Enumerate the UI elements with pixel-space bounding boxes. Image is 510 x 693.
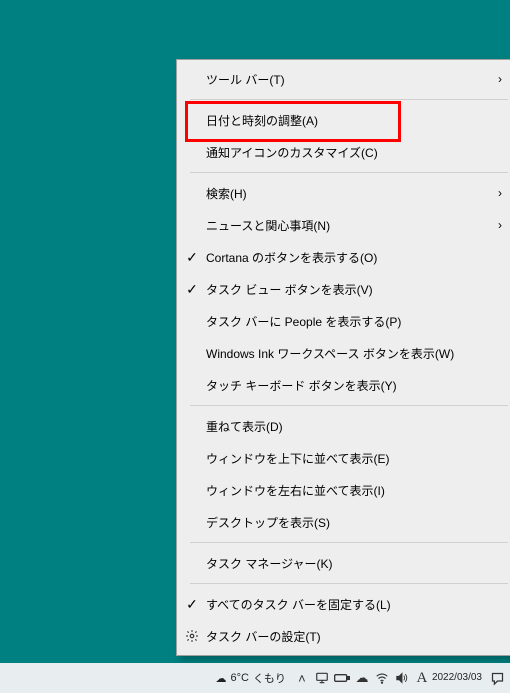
menu-item-label: タッチ キーボード ボタンを表示(Y) xyxy=(206,377,490,394)
menu-item-label: タスク バーに People を表示する(P) xyxy=(206,313,490,330)
submenu-arrow-icon: › xyxy=(490,218,510,232)
menu-item[interactable]: タッチ キーボード ボタンを表示(Y) xyxy=(178,369,510,401)
menu-separator xyxy=(190,583,508,584)
menu-separator xyxy=(190,405,508,406)
menu-item-label: デスクトップを表示(S) xyxy=(206,514,490,531)
weather-temp: 6°C xyxy=(230,672,248,684)
menu-item[interactable]: タスク バーの設定(T) xyxy=(178,620,510,652)
action-center-icon[interactable] xyxy=(484,663,510,693)
menu-item[interactable]: ツール バー(T)› xyxy=(178,63,510,95)
menu-item-label: すべてのタスク バーを固定する(L) xyxy=(206,596,490,613)
menu-item-label: タスク バーの設定(T) xyxy=(206,628,490,645)
wifi-icon[interactable] xyxy=(372,663,392,693)
menu-item[interactable]: ✓すべてのタスク バーを固定する(L) xyxy=(178,588,510,620)
taskbar[interactable]: ☁ 6°C くもり ˄ ☁ A 2022/03/03 xyxy=(0,663,510,693)
menu-item[interactable]: 日付と時刻の調整(A) xyxy=(178,104,510,136)
menu-separator xyxy=(190,99,508,100)
menu-item[interactable]: Windows Ink ワークスペース ボタンを表示(W) xyxy=(178,337,510,369)
monitor-icon[interactable] xyxy=(312,663,332,693)
menu-item-label: 重ねて表示(D) xyxy=(206,418,490,435)
menu-item[interactable]: ウィンドウを上下に並べて表示(E) xyxy=(178,442,510,474)
menu-item-label: Windows Ink ワークスペース ボタンを表示(W) xyxy=(206,345,490,362)
menu-item[interactable]: タスク バーに People を表示する(P) xyxy=(178,305,510,337)
menu-item[interactable]: ✓Cortana のボタンを表示する(O) xyxy=(178,241,510,273)
check-icon: ✓ xyxy=(178,596,206,613)
tray-overflow-chevron-icon[interactable]: ˄ xyxy=(292,663,312,693)
menu-item[interactable]: タスク マネージャー(K) xyxy=(178,547,510,579)
submenu-arrow-icon: › xyxy=(490,72,510,86)
weather-text: くもり xyxy=(253,670,286,686)
taskbar-clock[interactable]: 2022/03/03 xyxy=(432,663,484,693)
menu-item-label: タスク マネージャー(K) xyxy=(206,555,490,572)
menu-item-label: 日付と時刻の調整(A) xyxy=(206,112,490,129)
menu-item[interactable]: ✓タスク ビュー ボタンを表示(V) xyxy=(178,273,510,305)
menu-item-label: ウィンドウを上下に並べて表示(E) xyxy=(206,450,490,467)
menu-item-label: Cortana のボタンを表示する(O) xyxy=(206,249,490,266)
menu-item-label: 検索(H) xyxy=(206,185,490,202)
menu-item-label: タスク ビュー ボタンを表示(V) xyxy=(206,281,490,298)
menu-item-label: ウィンドウを左右に並べて表示(I) xyxy=(206,482,490,499)
menu-item[interactable]: ウィンドウを左右に並べて表示(I) xyxy=(178,474,510,506)
volume-icon[interactable] xyxy=(392,663,412,693)
check-icon: ✓ xyxy=(178,249,206,266)
weather-icon: ☁ xyxy=(215,672,226,685)
menu-item[interactable]: 検索(H)› xyxy=(178,177,510,209)
menu-item[interactable]: 重ねて表示(D) xyxy=(178,410,510,442)
menu-item-label: ニュースと関心事項(N) xyxy=(206,217,490,234)
system-tray: ☁ 6°C くもり ˄ ☁ A 2022/03/03 xyxy=(209,663,510,693)
menu-item[interactable]: デスクトップを表示(S) xyxy=(178,506,510,538)
menu-separator xyxy=(190,542,508,543)
ime-indicator-icon[interactable]: A xyxy=(412,663,432,693)
cloud-icon[interactable]: ☁ xyxy=(352,663,372,693)
desktop[interactable]: ツール バー(T)›日付と時刻の調整(A)通知アイコンのカスタマイズ(C)検索(… xyxy=(0,0,510,693)
menu-separator xyxy=(190,172,508,173)
menu-item-label: ツール バー(T) xyxy=(206,71,490,88)
battery-icon[interactable] xyxy=(332,663,352,693)
clock-date: 2022/03/03 xyxy=(432,673,482,684)
taskbar-context-menu: ツール バー(T)›日付と時刻の調整(A)通知アイコンのカスタマイズ(C)検索(… xyxy=(176,59,510,656)
menu-item[interactable]: ニュースと関心事項(N)› xyxy=(178,209,510,241)
weather-widget[interactable]: ☁ 6°C くもり xyxy=(209,663,291,693)
submenu-arrow-icon: › xyxy=(490,186,510,200)
gear-icon xyxy=(178,629,206,643)
menu-item-label: 通知アイコンのカスタマイズ(C) xyxy=(206,144,490,161)
check-icon: ✓ xyxy=(178,281,206,298)
menu-item[interactable]: 通知アイコンのカスタマイズ(C) xyxy=(178,136,510,168)
